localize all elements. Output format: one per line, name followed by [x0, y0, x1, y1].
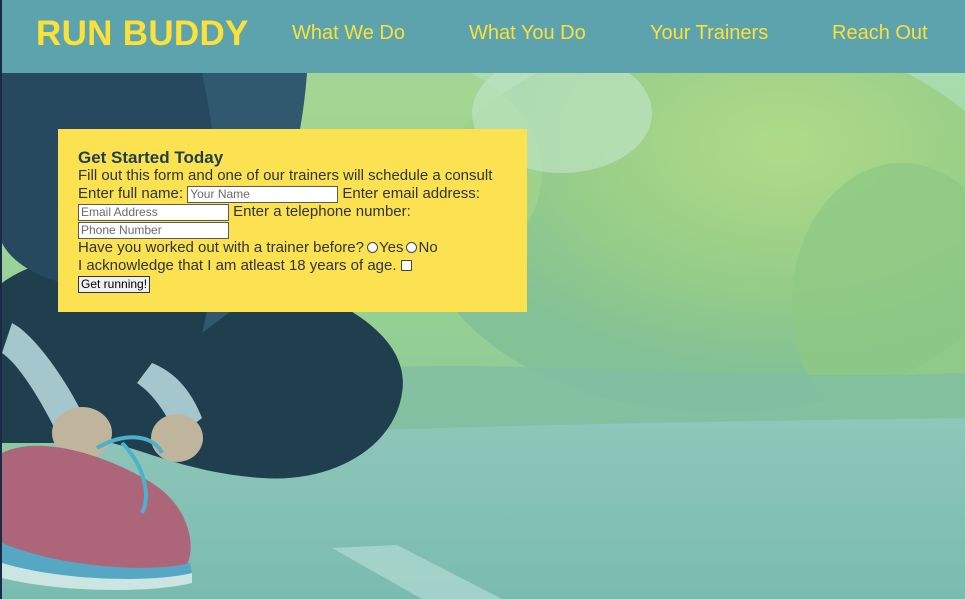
trainer-question: Have you worked out with a trainer befor…	[78, 239, 364, 256]
phone-input[interactable]	[78, 221, 229, 239]
signup-form: Get Started Today Fill out this form and…	[58, 129, 527, 312]
nav-what-you-do[interactable]: What You Do	[469, 22, 586, 45]
radio-no[interactable]	[406, 242, 418, 253]
brand-logo[interactable]: RUN BUDDY	[36, 14, 249, 54]
radio-yes-label: Yes	[379, 239, 404, 256]
window-edge	[0, 0, 2, 599]
form-intro: Fill out this form and one of our traine…	[78, 167, 493, 184]
nav-what-we-do[interactable]: What We Do	[292, 22, 405, 45]
site-header: RUN BUDDY What We Do What You Do Your Tr…	[2, 0, 965, 73]
nav-your-trainers[interactable]: Your Trainers	[650, 22, 768, 45]
email-label: Enter email address:	[342, 185, 480, 202]
name-input[interactable]	[187, 185, 339, 203]
age-acknowledge-checkbox[interactable]	[400, 260, 412, 271]
email-input[interactable]	[78, 203, 229, 221]
radio-no-label: No	[418, 239, 438, 256]
radio-yes[interactable]	[367, 242, 378, 253]
phone-label: Enter a telephone number:	[233, 203, 411, 220]
form-title: Get Started Today	[78, 148, 224, 167]
age-acknowledge-label: I acknowledge that I am atleast 18 years…	[78, 257, 397, 274]
name-label: Enter full name:	[78, 185, 184, 202]
nav-reach-out[interactable]: Reach Out	[832, 22, 928, 45]
hero-section: Get Started Today Fill out this form and…	[2, 73, 965, 599]
submit-button[interactable]: Get running!	[78, 276, 151, 293]
